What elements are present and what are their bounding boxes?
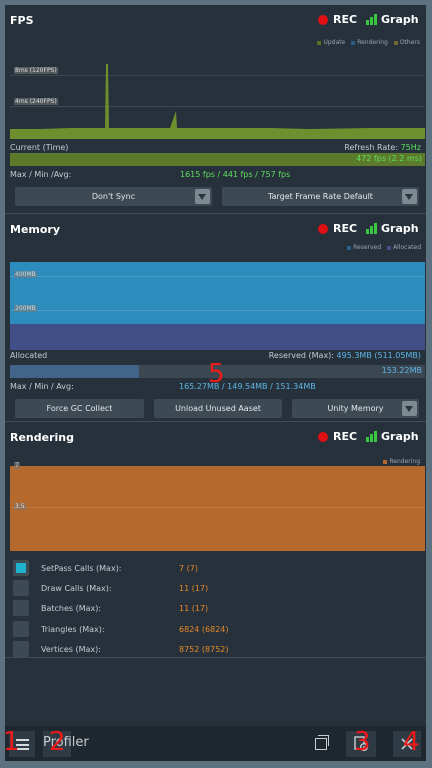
vsync-select-label: Don't Sync [91, 192, 136, 201]
marker-5: 5 [208, 359, 225, 389]
stat-value: 6824 (6824) [179, 624, 229, 634]
force-gc-button[interactable]: Force GC Collect [15, 399, 144, 418]
rendering-graph-area [10, 466, 425, 551]
memory-reserved-label: Reserved (Max): [268, 351, 337, 360]
fps-refresh-label: Refresh Rate: [344, 143, 401, 152]
stat-value: 7 (7) [179, 564, 198, 573]
memory-allocated-label: Allocated [10, 351, 48, 360]
target-frame-rate-select[interactable]: Target Frame Rate Default [222, 187, 419, 206]
rendering-rec-label: REC [333, 430, 358, 443]
memory-reserved: Reserved (Max): 495.3MB (511.05MB) [269, 351, 421, 360]
fps-graph-toggle[interactable]: Graph [366, 13, 419, 26]
fps-graph: Update Rendering Others 8ms (120FPS) 4ms… [10, 36, 425, 139]
unity-memory-label: Unity Memory [327, 404, 384, 413]
fps-graph-plot [10, 64, 425, 139]
unload-assets-label: Unload Unused Aaset [175, 404, 261, 413]
marker-1: 1 [5, 727, 20, 757]
rendering-stat-row: Triangles (Max): 6824 (6824) [5, 620, 426, 639]
record-dot-icon [318, 14, 328, 25]
chevron-down-icon [402, 401, 417, 416]
window-button[interactable] [307, 731, 335, 757]
legend-reserved: Reserved [347, 244, 381, 251]
fps-refresh-rate: Refresh Rate: 75Hz [344, 143, 421, 152]
stat-value: 11 (17) [179, 604, 209, 614]
rendering-axis-35: 3.5 [14, 503, 26, 510]
memory-rec-label: REC [333, 222, 358, 235]
memory-maxminavg-label: Max / Min / Avg: [10, 382, 74, 391]
rendering-stat-row: Batches (Max): 11 (17) [5, 600, 426, 618]
rendering-axis-7: 7 [14, 462, 20, 469]
target-frame-rate-label: Target Frame Rate Default [268, 192, 373, 201]
memory-section: Memory REC Graph Reserved Allocated 400M… [5, 214, 426, 421]
rendering-rec-button[interactable]: REC [318, 430, 357, 443]
memory-axis-200: 200MB [14, 305, 37, 312]
stat-checkbox[interactable] [13, 580, 29, 597]
window-icon-shadow [318, 735, 329, 746]
profiler-window: FPS REC Graph Update Rendering Others 8m… [5, 5, 426, 761]
stat-checkbox[interactable] [13, 600, 29, 617]
memory-title: Memory [10, 223, 61, 236]
marker-3: 3 [354, 727, 371, 757]
memory-legend: Reserved Allocated [347, 244, 421, 251]
memory-rec-button[interactable]: REC [318, 222, 357, 235]
rendering-stat-row: Draw Calls (Max): 11 (17) [5, 580, 426, 598]
fps-current-bar: 472 fps (2.2 ms) [10, 153, 425, 166]
memory-maxminavg-value: 165.27MB / 149.54MB / 151.34MB [179, 382, 316, 391]
fps-maxminavg-label: Max / Min /Avg: [10, 170, 72, 179]
fps-current-label: Current (Time) [10, 143, 69, 152]
rendering-graph-toggle[interactable]: Graph [366, 430, 419, 443]
record-dot-icon [318, 431, 328, 442]
fps-current-value: 472 fps (2.2 ms) [356, 154, 422, 163]
unity-memory-select[interactable]: Unity Memory [292, 399, 419, 418]
unload-assets-button[interactable]: Unload Unused Aaset [154, 399, 282, 418]
rendering-grid-35 [10, 507, 425, 508]
rendering-stat-row: SetPass Calls (Max): 7 (7) [5, 560, 426, 578]
fps-title: FPS [10, 14, 34, 27]
stat-checkbox[interactable] [13, 640, 29, 657]
stat-checkbox[interactable] [13, 620, 29, 637]
memory-reserved-value: 495.3MB (511.05MB) [336, 351, 421, 360]
stat-label: Batches (Max): [41, 604, 102, 614]
fps-maxminavg-value: 1615 fps / 441 fps / 757 fps [180, 170, 291, 179]
memory-grid-400 [10, 276, 425, 277]
legend-rendering: Rendering [383, 458, 420, 465]
legend-allocated: Allocated [387, 244, 421, 251]
stat-label: SetPass Calls (Max): [41, 564, 122, 573]
bar-chart-icon [366, 430, 377, 442]
memory-allocated-area [10, 324, 425, 350]
stat-label: Triangles (Max): [41, 624, 105, 634]
bar-chart-icon [366, 13, 377, 25]
chevron-down-icon [402, 189, 417, 204]
fps-rec-label: REC [333, 13, 358, 26]
fps-graph-label: Graph [381, 13, 419, 26]
divider [5, 657, 426, 658]
rendering-section: Rendering REC Graph Rendering 7 3.5 SetP… [5, 422, 426, 662]
memory-graph-toggle[interactable]: Graph [366, 222, 419, 235]
record-dot-icon [318, 223, 328, 234]
vsync-select[interactable]: Don't Sync [15, 187, 212, 206]
rendering-graph-label: Graph [381, 430, 419, 443]
marker-4: 4 [403, 727, 420, 757]
memory-graph-label: Graph [381, 222, 419, 235]
force-gc-label: Force GC Collect [46, 404, 113, 413]
stat-value: 8752 (8752) [179, 644, 229, 654]
memory-graph: 400MB 200MB [10, 262, 425, 350]
rendering-legend: Rendering [383, 458, 420, 465]
rendering-title: Rendering [10, 431, 74, 444]
memory-allocated-value: 153.22MB [381, 366, 422, 375]
stat-label: Vertices (Max): [41, 644, 101, 654]
stat-checkbox[interactable] [13, 560, 29, 576]
chevron-down-icon [195, 189, 210, 204]
memory-allocated-bar-fill [10, 365, 139, 378]
fps-refresh-value: 75Hz [400, 143, 421, 152]
fps-section: FPS REC Graph Update Rendering Others 8m… [5, 5, 426, 220]
bar-chart-icon [366, 222, 377, 234]
rendering-graph: Rendering 7 3.5 [10, 455, 425, 551]
memory-axis-400: 400MB [14, 271, 37, 278]
marker-2: 2 [49, 727, 66, 757]
stat-label: Draw Calls (Max): [41, 584, 112, 594]
memory-grid-200 [10, 310, 425, 311]
fps-rec-button[interactable]: REC [318, 13, 357, 26]
stat-value: 11 (17) [179, 584, 209, 594]
